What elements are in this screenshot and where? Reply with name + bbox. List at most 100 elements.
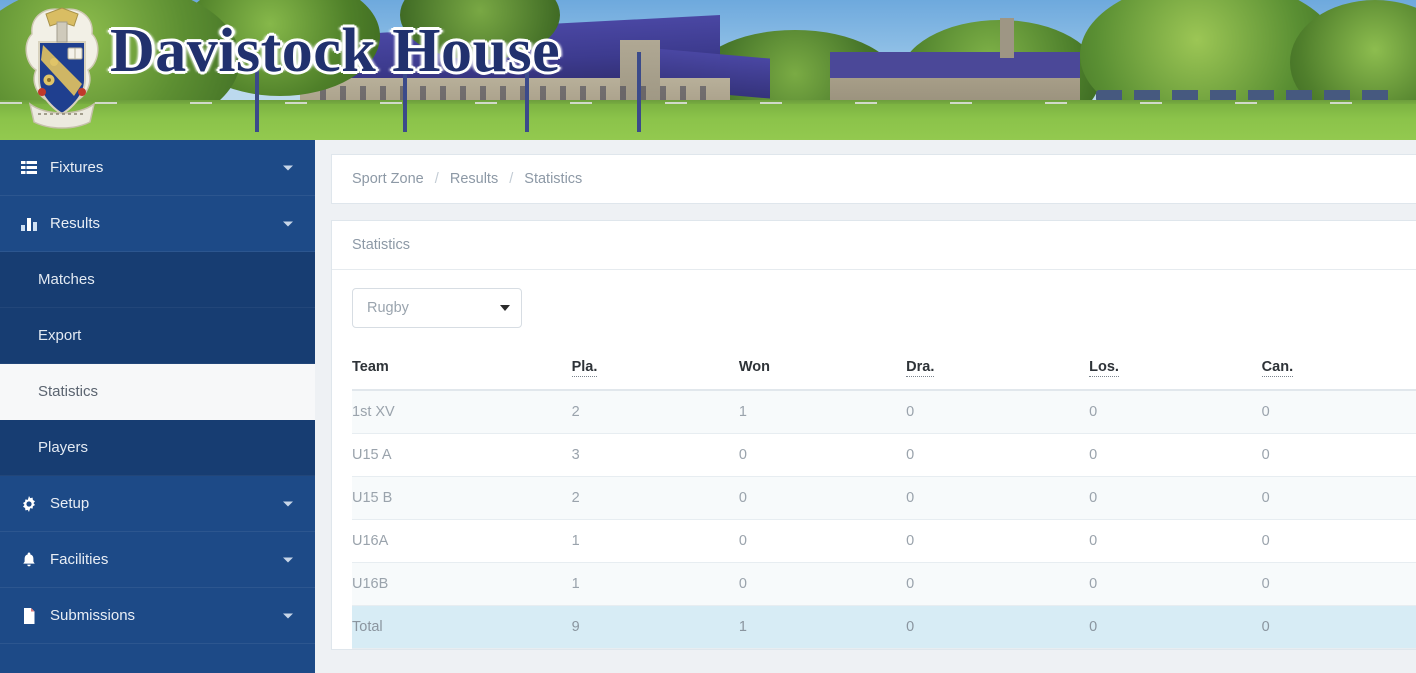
breadcrumb-card: Sport Zone / Results / Statistics: [331, 154, 1416, 204]
sidebar-item-label: Submissions: [50, 607, 136, 624]
sidebar-item-label: Export: [38, 327, 82, 344]
column-header-won[interactable]: Won: [738, 353, 907, 391]
chevron-down-icon: [283, 613, 293, 618]
cell-drawn: 0: [906, 433, 1090, 477]
table-row[interactable]: U15 B 2 0 0 0 0 0: [352, 476, 1416, 520]
cell-won: 0: [738, 519, 907, 563]
table-row[interactable]: U16A 1 0 0 0 0 0: [352, 519, 1416, 563]
cell-team: 1st XV: [352, 390, 572, 434]
sidebar-item-label: Matches: [38, 271, 95, 288]
cell-won: 0: [738, 562, 907, 606]
sidebar-item-submissions[interactable]: Submissions: [0, 588, 315, 644]
sidebar-item-label: Results: [50, 215, 101, 232]
file-icon: [18, 607, 40, 624]
main-content: Sport Zone / Results / Statistics Statis…: [315, 140, 1416, 673]
site-header-banner: Davistock House: [0, 0, 1416, 140]
sidebar-item-players[interactable]: Players: [0, 420, 315, 476]
list-icon: [18, 160, 40, 176]
breadcrumb-item-results[interactable]: Results: [450, 171, 498, 187]
column-header-played[interactable]: Pla.: [571, 353, 739, 391]
chevron-down-icon: [283, 557, 293, 562]
cell-won: 1: [738, 605, 907, 649]
banner-lawn: [0, 104, 1416, 140]
cell-cancelled: 0: [1261, 562, 1416, 606]
cell-team: U15 A: [352, 433, 572, 477]
bar-chart-icon: [18, 216, 40, 232]
statistics-panel: Statistics Rugby Team Pla. Won Dra. Los.…: [331, 220, 1416, 650]
table-header-row: Team Pla. Won Dra. Los. Can. Fo: [352, 353, 1416, 391]
sidebar: Fixtures Results Matches Export Statisti…: [0, 140, 315, 673]
sport-select-wrapper: Rugby: [352, 288, 522, 328]
table-row[interactable]: U16B 1 0 0 0 0 0: [352, 562, 1416, 606]
cell-won: 0: [738, 433, 907, 477]
cell-won: 0: [738, 476, 907, 520]
cell-played: 2: [571, 476, 739, 520]
cell-lost: 0: [1089, 433, 1262, 477]
cell-lost: 0: [1089, 605, 1262, 649]
breadcrumb-item-statistics[interactable]: Statistics: [524, 171, 582, 187]
statistics-table: Team Pla. Won Dra. Los. Can. Fo 1st XV 2: [352, 353, 1416, 649]
cell-drawn: 0: [906, 605, 1090, 649]
cell-played: 2: [571, 390, 739, 434]
cell-team: U15 B: [352, 476, 572, 520]
cell-played: 3: [571, 433, 739, 477]
cell-cancelled: 0: [1261, 433, 1416, 477]
table-row[interactable]: U15 A 3 0 0 0 0 0: [352, 433, 1416, 477]
sidebar-item-export[interactable]: Export: [0, 308, 315, 364]
cell-team: U16B: [352, 562, 572, 606]
chevron-down-icon: [283, 165, 293, 170]
chevron-down-icon: [283, 501, 293, 506]
sidebar-item-fixtures[interactable]: Fixtures: [0, 140, 315, 196]
cell-cancelled: 0: [1261, 605, 1416, 649]
cell-drawn: 0: [906, 476, 1090, 520]
site-title: Davistock House: [110, 17, 561, 85]
cell-lost: 0: [1089, 562, 1262, 606]
cell-team: U16A: [352, 519, 572, 563]
cell-cancelled: 0: [1261, 519, 1416, 563]
panel-title: Statistics: [332, 221, 1416, 270]
sport-select[interactable]: Rugby: [352, 288, 522, 328]
column-header-lost[interactable]: Los.: [1089, 353, 1262, 391]
cell-won: 1: [738, 390, 907, 434]
cell-played: 1: [571, 519, 739, 563]
breadcrumb-separator: /: [509, 171, 514, 187]
sidebar-item-label: Statistics: [38, 383, 99, 400]
banner-chimney: [1000, 18, 1014, 58]
cell-lost: 0: [1089, 476, 1262, 520]
sidebar-item-label: Setup: [50, 495, 90, 512]
sidebar-item-results[interactable]: Results: [0, 196, 315, 252]
bell-icon: [18, 552, 40, 568]
breadcrumb-separator: /: [434, 171, 439, 187]
column-header-team[interactable]: Team: [352, 353, 572, 391]
cell-lost: 0: [1089, 519, 1262, 563]
sidebar-item-setup[interactable]: Setup: [0, 476, 315, 532]
panel-body: Rugby Team Pla. Won Dra. Los. Can. 1st X…: [332, 270, 1416, 649]
sidebar-item-statistics[interactable]: Statistics: [0, 364, 315, 420]
cell-played: 9: [571, 605, 739, 649]
cell-cancelled: 0: [1261, 390, 1416, 434]
cell-played: 1: [571, 562, 739, 606]
table-row[interactable]: 1st XV 2 1 0 0 0 17: [352, 390, 1416, 434]
breadcrumb-item-sport-zone[interactable]: Sport Zone: [352, 171, 424, 187]
sidebar-item-matches[interactable]: Matches: [0, 252, 315, 308]
banner-goal-post: [637, 52, 641, 132]
cell-team: Total: [352, 605, 572, 649]
column-header-drawn[interactable]: Dra.: [906, 353, 1090, 391]
cell-drawn: 0: [906, 519, 1090, 563]
table-row-total: Total 9 1 0 0 0 17: [352, 605, 1416, 649]
table-body: 1st XV 2 1 0 0 0 17 U15 A 3 0 0: [352, 390, 1416, 649]
sidebar-item-label: Fixtures: [50, 159, 104, 176]
column-header-cancelled[interactable]: Can.: [1261, 353, 1416, 391]
school-crest-icon: [25, 7, 99, 129]
gear-icon: [18, 495, 40, 512]
chevron-down-icon: [283, 221, 293, 226]
cell-drawn: 0: [906, 562, 1090, 606]
sidebar-item-facilities[interactable]: Facilities: [0, 532, 315, 588]
sidebar-item-label: Facilities: [50, 551, 109, 568]
sidebar-item-label: Players: [38, 439, 89, 456]
cell-drawn: 0: [906, 390, 1090, 434]
breadcrumb: Sport Zone / Results / Statistics: [332, 155, 1416, 203]
page-layout: Fixtures Results Matches Export Statisti…: [0, 140, 1416, 673]
cell-cancelled: 0: [1261, 476, 1416, 520]
cell-lost: 0: [1089, 390, 1262, 434]
